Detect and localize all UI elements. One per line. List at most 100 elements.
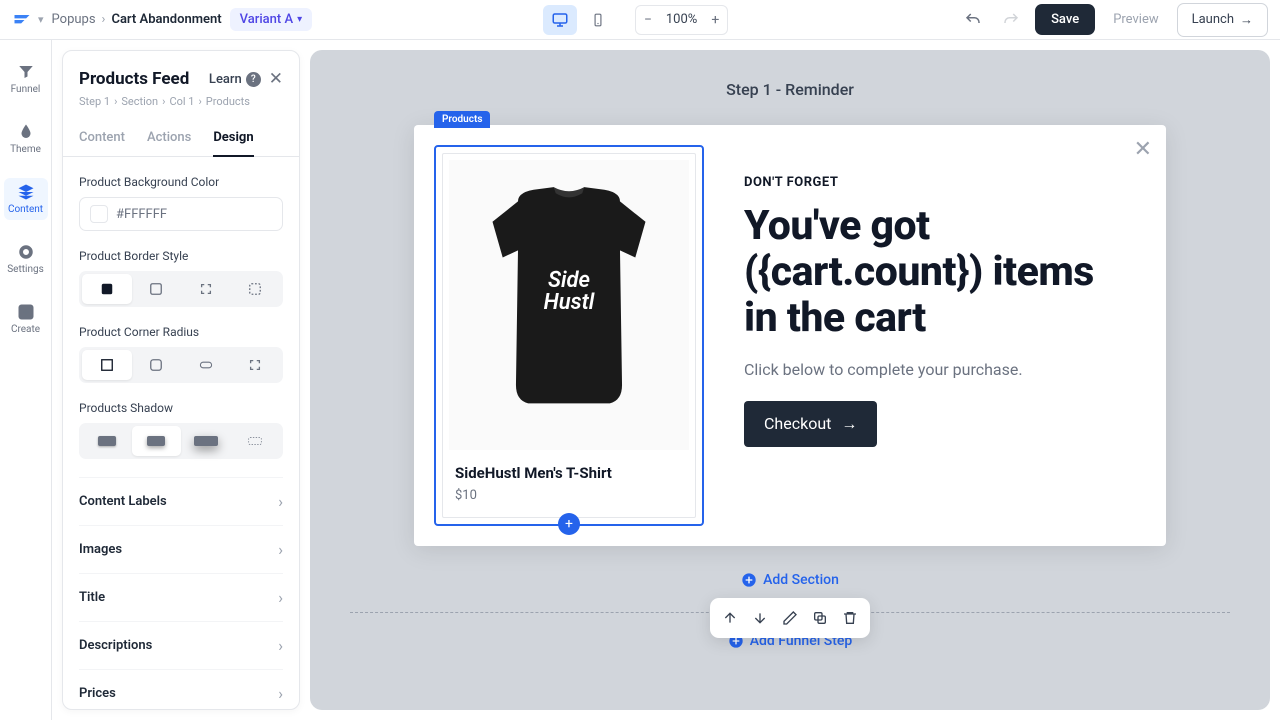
rail-label: Settings xyxy=(7,264,44,275)
shadow-none-option[interactable] xyxy=(231,426,281,456)
rail-theme[interactable]: Theme xyxy=(4,118,48,160)
border-outline-option[interactable] xyxy=(132,274,182,304)
shadow-md-option[interactable] xyxy=(132,426,182,456)
panel-breadcrumb: Step 1› Section› Col 1› Products xyxy=(63,95,299,120)
edit-button[interactable] xyxy=(776,604,804,632)
element-toolbar xyxy=(710,598,870,638)
duplicate-button[interactable] xyxy=(806,604,834,632)
accordion-images[interactable]: Images› xyxy=(79,525,283,573)
rail-funnel[interactable]: Funnel xyxy=(4,58,48,100)
undo-button[interactable] xyxy=(959,6,987,34)
square-filled-icon xyxy=(100,282,114,296)
learn-link[interactable]: Learn ? xyxy=(209,72,261,87)
logo-menu[interactable]: ▾ xyxy=(12,10,44,30)
layers-icon xyxy=(17,183,35,201)
popup-close-button[interactable]: ✕ xyxy=(1134,137,1152,162)
products-badge: Products xyxy=(434,111,490,128)
product-image: SideHustl xyxy=(449,160,689,450)
shadow-options xyxy=(79,423,283,459)
step-label: Step 1 - Reminder xyxy=(310,80,1270,99)
move-down-button[interactable] xyxy=(746,604,774,632)
color-swatch-icon xyxy=(90,205,108,223)
topbar: ▾ Popups › Cart Abandonment Variant A ▾ … xyxy=(0,0,1280,40)
radius-pill-option[interactable] xyxy=(181,350,231,380)
rail-label: Funnel xyxy=(11,84,41,95)
chevron-right-icon: › xyxy=(278,684,283,703)
preview-button[interactable]: Preview xyxy=(1105,6,1166,33)
help-badge-icon: ? xyxy=(246,72,261,87)
launch-button[interactable]: Launch → xyxy=(1177,3,1268,37)
editor-canvas[interactable]: Step 1 - Reminder ✕ Products SideH xyxy=(310,50,1270,710)
desktop-icon xyxy=(551,11,569,29)
eyebrow-text: DON'T FORGET xyxy=(744,175,1136,190)
shadow-md-icon xyxy=(147,436,165,446)
breadcrumb-current: Cart Abandonment xyxy=(111,12,221,27)
popup-preview[interactable]: ✕ Products SideHustl xyxy=(414,125,1166,546)
products-column[interactable]: Products SideHustl xyxy=(414,125,724,546)
delete-button[interactable] xyxy=(836,604,864,632)
variant-selector[interactable]: Variant A ▾ xyxy=(230,8,312,31)
radius-small-option[interactable] xyxy=(132,350,182,380)
breadcrumb-root[interactable]: Popups xyxy=(52,12,96,27)
zoom-value: 100% xyxy=(660,12,703,27)
square-sharp-icon xyxy=(100,358,114,372)
zoom-control: − 100% + xyxy=(635,5,728,35)
tab-design[interactable]: Design xyxy=(213,120,253,157)
rail-label: Content xyxy=(8,204,43,215)
redo-button[interactable] xyxy=(997,6,1025,34)
shadow-label: Products Shadow xyxy=(79,401,283,415)
drop-icon xyxy=(17,123,35,141)
border-corners-option[interactable] xyxy=(181,274,231,304)
tab-actions[interactable]: Actions xyxy=(147,120,191,156)
shadow-lg-option[interactable] xyxy=(181,426,231,456)
rail-content[interactable]: Content xyxy=(4,178,48,220)
panel-bc-item[interactable]: Step 1 xyxy=(79,95,110,108)
close-panel-button[interactable]: ✕ xyxy=(269,69,283,89)
move-up-button[interactable] xyxy=(716,604,744,632)
desktop-device-button[interactable] xyxy=(543,5,577,35)
checkout-button[interactable]: Checkout → xyxy=(744,401,877,447)
panel-bc-item[interactable]: Col 1 xyxy=(169,95,194,108)
breadcrumb: Popups › Cart Abandonment xyxy=(52,12,222,27)
square-outline-icon xyxy=(149,282,163,296)
bg-color-input[interactable]: #FFFFFF xyxy=(79,197,283,231)
accordion-content-labels[interactable]: Content Labels› xyxy=(79,477,283,525)
product-card-selected[interactable]: SideHustl SideHustl Men's T-Shirt $10 + xyxy=(434,145,704,526)
add-section-label: Add Section xyxy=(763,572,839,588)
mobile-device-button[interactable] xyxy=(581,5,615,35)
panel-bc-item[interactable]: Products xyxy=(206,95,250,108)
zoom-out-button[interactable]: − xyxy=(636,6,660,34)
radius-none-option[interactable] xyxy=(82,350,132,380)
accordion-descriptions[interactable]: Descriptions› xyxy=(79,621,283,669)
accordion-title[interactable]: Title› xyxy=(79,573,283,621)
subtext: Click below to complete your purchase. xyxy=(744,360,1136,379)
border-style-options xyxy=(79,271,283,307)
border-solid-option[interactable] xyxy=(82,274,132,304)
top-actions: Save Preview Launch → xyxy=(959,3,1268,37)
copy-column[interactable]: DON'T FORGET You've got ({cart.count}) i… xyxy=(724,125,1166,546)
mobile-icon xyxy=(591,11,605,29)
shadow-lg-icon xyxy=(194,436,218,446)
corners-icon xyxy=(199,282,213,296)
add-handle-button[interactable]: + xyxy=(558,513,580,535)
rail-settings[interactable]: Settings xyxy=(4,238,48,280)
panel-bc-item[interactable]: Section xyxy=(121,95,158,108)
rail-label: Theme xyxy=(10,144,41,155)
radius-custom-option[interactable] xyxy=(231,350,281,380)
border-dashed-option[interactable] xyxy=(231,274,281,304)
accordion-prices[interactable]: Prices › xyxy=(79,669,283,709)
accordion-label: Content Labels xyxy=(79,494,167,509)
arrow-down-icon xyxy=(752,610,768,626)
chevron-down-icon: ▾ xyxy=(38,13,44,26)
zoom-in-button[interactable]: + xyxy=(703,6,727,34)
rail-label: Create xyxy=(11,324,40,335)
shadow-sm-icon xyxy=(98,436,116,446)
redo-icon xyxy=(1002,11,1020,29)
rail-create[interactable]: Create xyxy=(4,298,48,340)
bg-color-label: Product Background Color xyxy=(79,175,283,189)
add-section-link[interactable]: Add Section xyxy=(741,572,839,588)
shadow-sm-option[interactable] xyxy=(82,426,132,456)
save-button[interactable]: Save xyxy=(1035,4,1095,35)
tab-content[interactable]: Content xyxy=(79,120,125,156)
accordion-label: Prices xyxy=(79,686,116,701)
